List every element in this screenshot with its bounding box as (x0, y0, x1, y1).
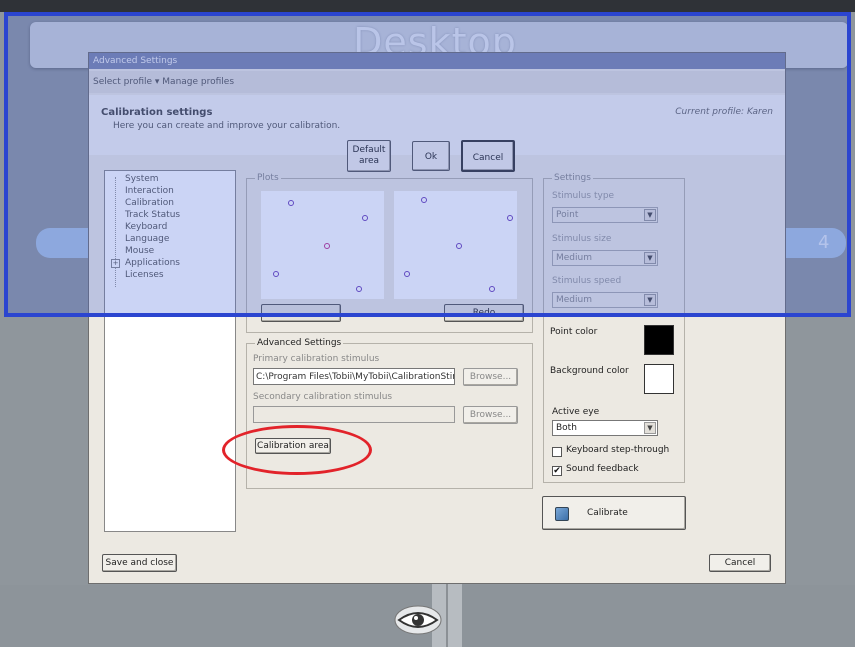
active-eye-value: Both (556, 423, 577, 433)
active-eye-label: Active eye (552, 407, 600, 417)
annotation-circle (222, 425, 372, 475)
highlight-overlay (4, 12, 851, 317)
eye-icon[interactable] (393, 604, 443, 636)
secondary-stimulus-label: Secondary calibration stimulus (253, 392, 393, 402)
primary-stimulus-field[interactable]: C:\Program Files\Tobii\MyTobii\Calibrati… (253, 368, 455, 385)
calibrate-button[interactable]: Calibrate (542, 496, 686, 530)
point-color-swatch[interactable] (644, 325, 674, 355)
sound-feedback-checkbox[interactable]: ✔ (552, 466, 562, 476)
cancel-button-bottom[interactable]: Cancel (709, 554, 771, 572)
browse-primary-button[interactable]: Browse... (463, 368, 518, 386)
desktop-top-edge (0, 0, 855, 12)
desktop-pole-divider (446, 580, 448, 647)
primary-stimulus-label: Primary calibration stimulus (253, 354, 380, 364)
calibrate-label: Calibrate (587, 508, 628, 518)
background-color-swatch[interactable] (644, 364, 674, 394)
point-color-label: Point color (550, 327, 598, 337)
active-eye-select[interactable]: Both ▼ (552, 420, 658, 436)
sound-feedback-label: Sound feedback (566, 464, 639, 474)
calibrate-icon (555, 507, 569, 521)
save-and-close-button[interactable]: Save and close (102, 554, 177, 572)
chevron-down-icon[interactable]: ▼ (644, 422, 656, 434)
browse-secondary-button[interactable]: Browse... (463, 406, 518, 424)
secondary-stimulus-field[interactable] (253, 406, 455, 423)
keyboard-step-label: Keyboard step-through (566, 445, 670, 455)
background-color-label: Background color (550, 366, 629, 376)
keyboard-step-checkbox[interactable] (552, 447, 562, 457)
advanced-settings-label: Advanced Settings (255, 338, 344, 348)
